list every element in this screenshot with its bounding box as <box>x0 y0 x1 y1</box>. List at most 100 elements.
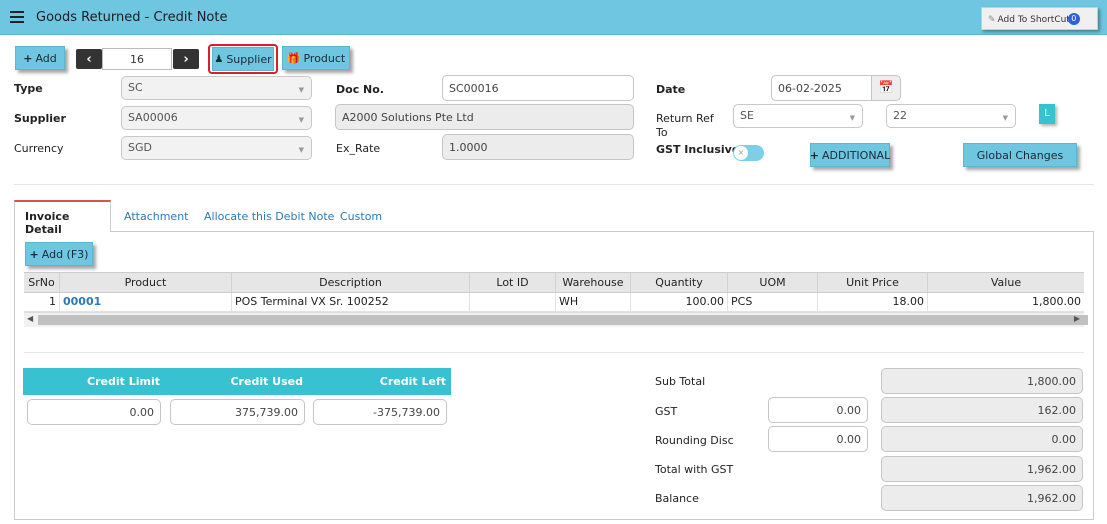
tab-attachment[interactable]: Attachment <box>124 210 189 223</box>
caret-down-icon: ▼ <box>849 114 855 122</box>
rounding-disc-label: Rounding Disc <box>655 434 734 447</box>
date-label: Date <box>656 83 686 96</box>
previous-record-button[interactable]: ‹ <box>76 49 102 69</box>
shortcut-count-badge: 0 <box>1067 13 1080 25</box>
return-ref-number-value: 22 <box>893 109 907 122</box>
table-row[interactable]: 1 00001 POS Terminal VX Sr. 100252 WH 10… <box>24 293 1084 312</box>
gst-inclusive-label: GST Inclusive <box>656 143 740 156</box>
type-label: Type <box>14 82 43 95</box>
cell-description: POS Terminal VX Sr. 100252 <box>232 293 470 311</box>
col-header-value[interactable]: Value <box>928 273 1084 293</box>
currency-select-value: SGD <box>128 141 152 154</box>
scrollbar-thumb[interactable] <box>38 315 1088 325</box>
hamburger-menu-icon[interactable] <box>10 9 24 25</box>
scroll-left-icon[interactable]: ◀ <box>27 314 33 323</box>
l-button[interactable]: L <box>1039 104 1055 124</box>
chevron-left-icon: ‹ <box>86 51 92 67</box>
caret-down-icon: ▼ <box>298 146 304 154</box>
col-header-lot-id[interactable]: Lot ID <box>470 273 556 293</box>
product-button-label: Product <box>303 51 346 65</box>
balance-label: Balance <box>655 492 699 505</box>
gst-rate-input[interactable]: 0.00 <box>768 397 868 423</box>
gst-inclusive-toggle[interactable]: × <box>733 145 764 161</box>
cell-unit-price: 18.00 <box>818 293 928 311</box>
supplier-select[interactable]: SA00006 ▼ <box>121 106 312 130</box>
supplier-button[interactable]: ♟ Supplier <box>212 47 274 71</box>
supplier-button-label: Supplier <box>226 52 272 66</box>
return-ref-select[interactable]: SE ▼ <box>733 104 863 128</box>
return-ref-label-line1: Return Ref <box>656 112 714 125</box>
col-header-srno[interactable]: SrNo <box>24 273 60 293</box>
app-header: Goods Returned - Credit Note ✎ Add To Sho… <box>0 0 1107 35</box>
total-with-gst-label: Total with GST <box>655 463 734 476</box>
return-ref-label: Return Ref To <box>656 112 714 140</box>
rounding-disc-input[interactable]: 0.00 <box>768 426 868 452</box>
grid-divider <box>24 352 1084 353</box>
date-input[interactable]: 06-02-2025 <box>771 75 872 101</box>
sub-total-label: Sub Total <box>655 375 706 388</box>
supplier-name-field: A2000 Solutions Pte Ltd <box>335 104 634 130</box>
add-button[interactable]: + Add <box>15 46 65 70</box>
ex-rate-label: Ex_Rate <box>336 142 381 155</box>
global-changes-label: Global Changes <box>976 148 1064 162</box>
doc-no-label: Doc No. <box>336 83 384 96</box>
cell-quantity: 100.00 <box>631 293 728 311</box>
calendar-icon[interactable]: 📅 <box>871 75 901 101</box>
type-select-value: SC <box>128 81 143 94</box>
caret-down-icon: ▼ <box>298 116 304 124</box>
credit-used-field: 375,739.00 <box>170 399 305 425</box>
return-ref-label-line2: To <box>656 126 668 139</box>
additional-label: ADDITIONAL <box>822 148 891 162</box>
cell-lot-id <box>470 293 556 311</box>
grid-horizontal-scrollbar[interactable]: ◀ ▶ <box>24 312 1088 327</box>
doc-no-input[interactable]: SC00016 <box>442 75 634 101</box>
credit-limit-field: 0.00 <box>27 399 161 425</box>
user-icon: ♟ <box>214 53 224 65</box>
caret-down-icon: ▼ <box>298 86 304 94</box>
additional-button[interactable]: + ADDITIONAL <box>810 143 890 167</box>
caret-down-icon: ▼ <box>1002 114 1008 122</box>
return-ref-select-value: SE <box>740 109 754 122</box>
currency-select[interactable]: SGD ▼ <box>121 136 312 160</box>
plus-icon: + <box>23 51 33 65</box>
record-number-input[interactable]: 16 <box>102 48 172 70</box>
add-to-shortcut-button[interactable]: ✎ Add To ShortCut0 <box>981 7 1098 30</box>
section-divider <box>14 184 1094 185</box>
cell-value: 1,800.00 <box>1032 295 1081 308</box>
tab-custom[interactable]: Custom <box>340 210 382 223</box>
return-ref-number-select[interactable]: 22 ▼ <box>886 104 1016 128</box>
scroll-right-icon[interactable]: ▶ <box>1074 314 1080 323</box>
add-line-button[interactable]: + Add (F3) <box>25 242 93 266</box>
col-header-description[interactable]: Description <box>232 273 470 293</box>
product-button[interactable]: 🎁 Product <box>282 46 350 70</box>
supplier-label: Supplier <box>14 112 66 125</box>
pencil-icon: ✎ <box>988 15 996 25</box>
type-select[interactable]: SC ▼ <box>121 76 312 100</box>
cell-product-link[interactable]: 00001 <box>60 293 232 311</box>
gst-amount-field: 162.00 <box>881 397 1083 423</box>
cell-warehouse: WH <box>556 293 631 311</box>
global-changes-button[interactable]: Global Changes <box>963 143 1077 167</box>
col-header-unit-price[interactable]: Unit Price <box>818 273 928 293</box>
add-line-label: Add (F3) <box>41 247 89 261</box>
credit-used-label: Credit Used <box>230 375 303 388</box>
currency-label: Currency <box>14 142 64 155</box>
col-header-quantity[interactable]: Quantity <box>631 273 728 293</box>
credit-left-field: -375,739.00 <box>313 399 447 425</box>
add-to-shortcut-label: Add To ShortCut <box>997 15 1070 25</box>
cell-srno: 1 <box>24 293 60 311</box>
page-title: Goods Returned - Credit Note <box>36 10 228 25</box>
chevron-right-icon: › <box>183 51 189 67</box>
sub-total-field: 1,800.00 <box>881 368 1083 394</box>
col-header-warehouse[interactable]: Warehouse <box>556 273 631 293</box>
next-record-button[interactable]: › <box>173 49 199 69</box>
balance-field: 1,962.00 <box>881 485 1083 511</box>
col-header-uom[interactable]: UOM <box>728 273 818 293</box>
tab-invoice-detail[interactable]: Invoice Detail <box>14 200 111 236</box>
supplier-select-value: SA00006 <box>128 111 178 124</box>
plus-icon: + <box>809 148 819 162</box>
rounding-disc-field: 0.00 <box>881 426 1083 452</box>
tab-allocate-debit-note[interactable]: Allocate this Debit Note <box>204 210 334 223</box>
col-header-product[interactable]: Product <box>60 273 232 293</box>
credit-header: Credit Limit Credit Used Credit Left <box>23 368 451 395</box>
